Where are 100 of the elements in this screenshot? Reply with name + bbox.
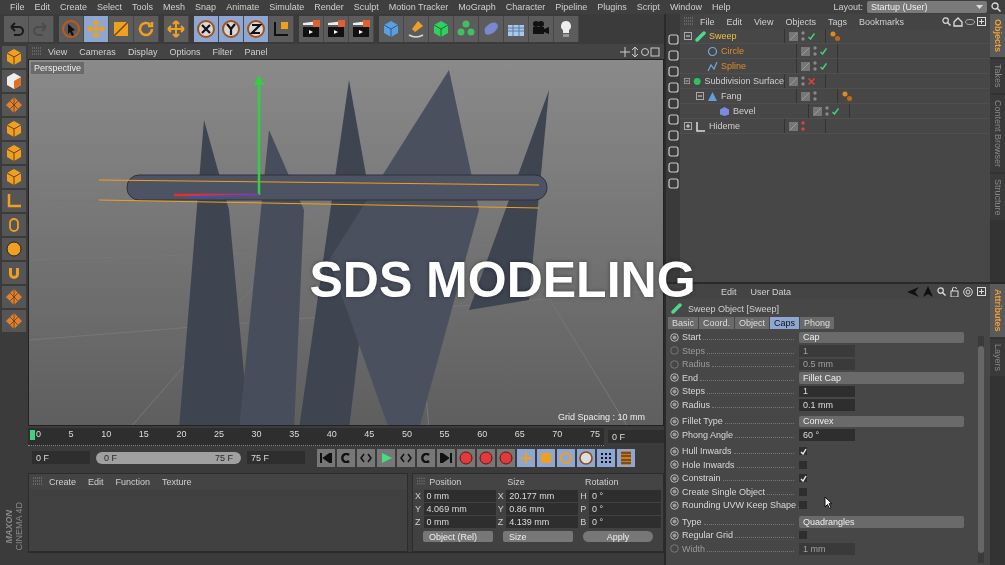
object-name[interactable]: Subdivision Surface: [704, 76, 784, 86]
menu-item[interactable]: Options: [164, 46, 206, 57]
menu-item[interactable]: Snap: [190, 2, 222, 12]
timeline-ruler[interactable]: 0 5 10 15 20 25 30 35 40 45 50 55 60 65 70 75: [28, 427, 604, 446]
toolbar-button[interactable]: [349, 16, 374, 42]
timeline-button[interactable]: [617, 448, 635, 467]
menu-item[interactable]: Mesh: [158, 2, 191, 12]
menu-item[interactable]: Create: [44, 476, 81, 487]
target-icon[interactable]: [963, 286, 973, 297]
new-panel-icon[interactable]: [977, 287, 986, 296]
keyframe-button[interactable]: [477, 448, 495, 467]
menu-item[interactable]: Filter: [207, 46, 238, 57]
check-icon[interactable]: [820, 47, 827, 55]
panel-tool-icon[interactable]: [667, 66, 679, 77]
tool-button[interactable]: [2, 214, 26, 236]
visibility-dots-icon[interactable]: [813, 46, 817, 56]
panel-tool-icon[interactable]: [667, 98, 679, 109]
key-mode-button[interactable]: [517, 448, 535, 467]
menu-item[interactable]: Create: [55, 2, 93, 12]
menu-item[interactable]: Simulate: [264, 2, 310, 12]
panel-tool-icon[interactable]: [667, 50, 679, 61]
tool-button[interactable]: [2, 118, 26, 140]
attribute-tab[interactable]: Phong: [800, 317, 835, 329]
tool-button[interactable]: [2, 286, 26, 308]
animate-dot-icon[interactable]: [670, 500, 679, 510]
checkbox[interactable]: [799, 531, 807, 540]
key-mode-button[interactable]: [557, 448, 575, 467]
tool-button[interactable]: [2, 166, 26, 188]
eye-icon[interactable]: [965, 18, 975, 25]
animate-dot-icon[interactable]: [670, 416, 679, 426]
menu-item[interactable]: Sculpt: [348, 2, 384, 12]
menu-item[interactable]: Edit: [29, 2, 56, 12]
visibility-dots-icon[interactable]: [813, 91, 817, 101]
tool-button[interactable]: [2, 262, 26, 284]
menu-item[interactable]: Edit: [716, 286, 742, 297]
menu-item[interactable]: File: [695, 16, 720, 27]
key-mode-button[interactable]: [597, 448, 615, 467]
menu-item[interactable]: View: [749, 16, 779, 27]
animate-dot-icon[interactable]: [670, 332, 679, 342]
check-icon[interactable]: [820, 62, 827, 70]
menu-item[interactable]: Animate: [221, 2, 265, 12]
position-field[interactable]: 0 mm: [423, 490, 496, 503]
tag-icon[interactable]: [842, 90, 853, 102]
animate-dot-icon[interactable]: [670, 430, 679, 440]
size-mode-dropdown[interactable]: Size: [503, 531, 573, 543]
animate-dot-icon[interactable]: [670, 373, 679, 383]
panel-tool-icon[interactable]: [667, 82, 679, 93]
object-name[interactable]: Fang: [721, 91, 742, 101]
animate-dot-icon[interactable]: [670, 400, 679, 410]
panel-tool-icon[interactable]: [667, 114, 679, 125]
toolbar-button[interactable]: [324, 16, 349, 42]
menu-item[interactable]: Texture: [157, 476, 197, 487]
menu-item[interactable]: View: [43, 46, 73, 57]
playback-button[interactable]: [437, 448, 455, 467]
check-icon[interactable]: [808, 32, 815, 40]
home-icon[interactable]: [953, 16, 963, 27]
playback-button[interactable]: [357, 448, 375, 467]
layout-dropdown[interactable]: Startup (User): [867, 1, 987, 13]
object-name[interactable]: Spline: [721, 61, 747, 71]
toolbar-button[interactable]: [554, 16, 579, 42]
panel-tool-icon[interactable]: [667, 146, 679, 157]
playback-button[interactable]: [317, 448, 335, 467]
end-frame-field[interactable]: 75 F: [247, 451, 305, 465]
number-field[interactable]: 1: [799, 385, 855, 397]
object-name[interactable]: Circle: [721, 46, 744, 56]
expand-toggle-icon[interactable]: [684, 122, 692, 130]
tool-button[interactable]: [2, 46, 26, 68]
checkbox[interactable]: [799, 474, 807, 483]
search-icon[interactable]: [942, 17, 951, 26]
animate-dot-icon[interactable]: [670, 386, 679, 396]
toolbar-button[interactable]: [269, 16, 294, 42]
key-mode-button[interactable]: [537, 448, 555, 467]
search-icon[interactable]: [937, 287, 946, 296]
menu-item[interactable]: Window: [664, 2, 707, 12]
toolbar-button[interactable]: [299, 16, 324, 42]
animate-dot-icon[interactable]: [670, 517, 679, 527]
visibility-dots-icon[interactable]: [825, 106, 829, 116]
dropdown-field[interactable]: Convex: [799, 415, 964, 427]
rotation-field[interactable]: 0 °: [588, 516, 661, 529]
object-name[interactable]: Sweep: [709, 31, 737, 41]
menu-item[interactable]: Tools: [127, 2, 159, 12]
key-mode-button[interactable]: [577, 448, 595, 467]
rotation-field[interactable]: 0 °: [588, 490, 661, 503]
new-panel-icon[interactable]: [977, 17, 986, 26]
animate-dot-icon[interactable]: [670, 530, 679, 540]
dropdown-field[interactable]: Fillet Cap: [799, 372, 964, 384]
panel-tool-icon[interactable]: [667, 34, 679, 45]
cross-icon[interactable]: [808, 77, 815, 85]
panel-tool-icon[interactable]: [667, 162, 679, 173]
menu-item[interactable]: Render: [309, 2, 349, 12]
toolbar-button[interactable]: [244, 16, 269, 42]
tag-icon[interactable]: [830, 30, 841, 42]
number-field[interactable]: 60 °: [799, 429, 855, 441]
checkbox[interactable]: [799, 487, 807, 496]
menu-item[interactable]: Character: [500, 2, 551, 12]
menu-item[interactable]: Edit: [721, 16, 748, 27]
menu-item[interactable]: File: [5, 2, 30, 12]
menu-item[interactable]: Function: [110, 476, 156, 487]
lock-icon[interactable]: [950, 286, 959, 297]
visibility-dots-icon[interactable]: [801, 31, 805, 41]
